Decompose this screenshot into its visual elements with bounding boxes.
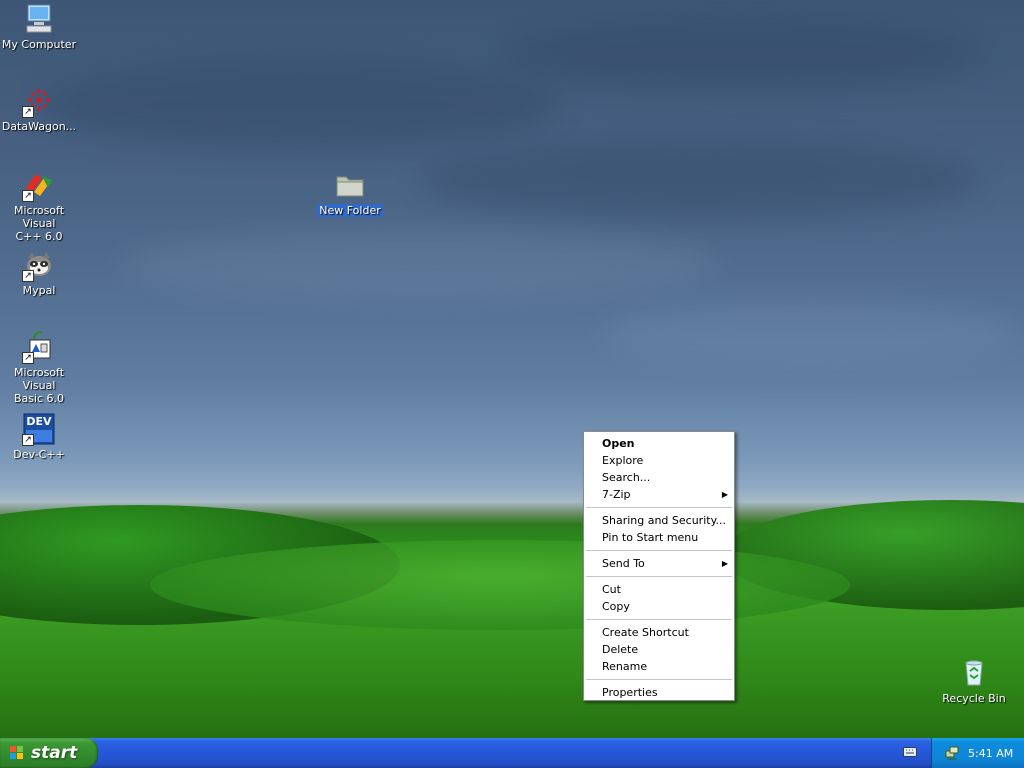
desktop-icon-label-line: Microsoft Visual [13, 366, 65, 392]
menu-item-label: Cut [602, 583, 621, 596]
raccoon-icon: ↗ [22, 248, 56, 282]
menu-item-label: Copy [602, 600, 630, 613]
clock[interactable]: 5:41 AM [968, 747, 1013, 760]
shortcut-arrow-icon: ↗ [22, 352, 34, 364]
desktop-icon-label: DataWagon... [2, 120, 76, 133]
menu-item-label: Explore [602, 454, 644, 467]
menu-item-label: Search... [602, 471, 651, 484]
desktop-icon-item[interactable]: ↗ Mypal [0, 248, 80, 297]
visual-cpp-icon: ↗ [22, 168, 56, 202]
menu-item-label: Create Shortcut [602, 626, 689, 639]
menu-item-search[interactable]: Search... [584, 469, 734, 486]
menu-item-label: Pin to Start menu [602, 531, 699, 544]
new-folder-icon-item[interactable]: New Folder [309, 168, 391, 217]
shortcut-arrow-icon: ↗ [22, 190, 34, 202]
menu-item-explore[interactable]: Explore [584, 452, 734, 469]
menu-item-label: Properties [602, 686, 658, 699]
desktop-icon-label: My Computer [2, 38, 76, 51]
menu-separator [586, 576, 732, 577]
menu-item-create-shortcut[interactable]: Create Shortcut [584, 624, 734, 641]
shortcut-arrow-icon: ↗ [22, 270, 34, 282]
menu-item-pin-to-start-menu[interactable]: Pin to Start menu [584, 529, 734, 546]
menu-separator [586, 619, 732, 620]
menu-item-properties[interactable]: Properties [584, 684, 734, 701]
desktop-icon-label-line: Mypal [22, 284, 56, 297]
system-tray: 5:41 AM [931, 738, 1024, 768]
recycle-bin-item[interactable]: Recycle Bin [933, 656, 1015, 705]
start-label: start [31, 743, 78, 763]
menu-item-label: Send To [602, 557, 645, 570]
desktop-icon-label: Microsoft Visual Basic 6.0 [0, 366, 80, 405]
taskbar: start 5:41 AM [0, 738, 1024, 768]
menu-item-open[interactable]: Open [584, 435, 734, 452]
desktop-icon-label: Microsoft Visual C++ 6.0 [0, 204, 80, 243]
new-folder-label: New Folder [317, 204, 383, 217]
desktop-icon-label-line: C++ 6.0 [15, 230, 63, 243]
desktop-icon-label-line: Microsoft Visual [13, 204, 65, 230]
desktop-icon-label-line: DataWagon... [1, 120, 77, 133]
menu-item-delete[interactable]: Delete [584, 641, 734, 658]
computer-icon [22, 2, 56, 36]
submenu-arrow-icon: ▶ [721, 490, 728, 499]
menu-separator [586, 507, 732, 508]
menu-item-label: Rename [602, 660, 648, 673]
desktop-icon-label: Dev-C++ [13, 448, 65, 461]
network-icon[interactable] [944, 745, 960, 761]
menu-item-label: Open [602, 437, 635, 450]
datawagon-icon: ↗ [22, 84, 56, 118]
devcpp-icon: DEV ↗ [22, 412, 56, 446]
desktop-icon-item[interactable]: ↗ DataWagon... [0, 84, 80, 133]
start-button[interactable]: start [0, 738, 98, 768]
glyph-text: DEV [26, 415, 52, 428]
recycle-bin-icon [957, 656, 991, 690]
menu-item-label: 7-Zip [602, 488, 631, 501]
folder-icon [333, 168, 367, 202]
visual-basic-icon: ↗ [22, 330, 56, 364]
desktop-icon-item[interactable]: DEV ↗ Dev-C++ [0, 412, 80, 461]
desktop-icon-item[interactable]: My Computer [0, 2, 80, 51]
menu-item-rename[interactable]: Rename [584, 658, 734, 675]
desktop-icon-label-line: My Computer [1, 38, 77, 51]
menu-separator [586, 550, 732, 551]
desktop[interactable]: My Computer ↗ DataWagon... ↗ Microsoft Visua… [0, 0, 1024, 738]
desktop-icon-item[interactable]: ↗ Microsoft Visual C++ 6.0 [0, 168, 80, 243]
menu-item-7-zip[interactable]: 7-Zip ▶ [584, 486, 734, 503]
menu-separator [586, 679, 732, 680]
menu-item-sharing-and-security[interactable]: Sharing and Security... [584, 512, 734, 529]
menu-item-label: Delete [602, 643, 639, 656]
desktop-icon-label-line: Dev-C++ [13, 448, 65, 461]
submenu-arrow-icon: ▶ [721, 559, 728, 568]
desktop-icon-label: Mypal [23, 284, 56, 297]
shortcut-arrow-icon: ↗ [22, 434, 34, 446]
menu-item-send-to[interactable]: Send To ▶ [584, 555, 734, 572]
menu-item-cut[interactable]: Cut [584, 581, 734, 598]
menu-item-copy[interactable]: Copy [584, 598, 734, 615]
recycle-bin-label: Recycle Bin [942, 692, 1006, 705]
context-menu: Open Explore Search... 7-Zip ▶ Sharing and Se… [583, 431, 735, 701]
shortcut-arrow-icon: ↗ [22, 106, 34, 118]
desktop-icon-item[interactable]: ↗ Microsoft Visual Basic 6.0 [0, 330, 80, 405]
menu-item-label: Sharing and Security... [602, 514, 727, 527]
windows-logo-icon [9, 745, 25, 761]
desktop-icon-label-line: Basic 6.0 [13, 392, 65, 405]
keyboard-icon[interactable] [903, 746, 917, 758]
